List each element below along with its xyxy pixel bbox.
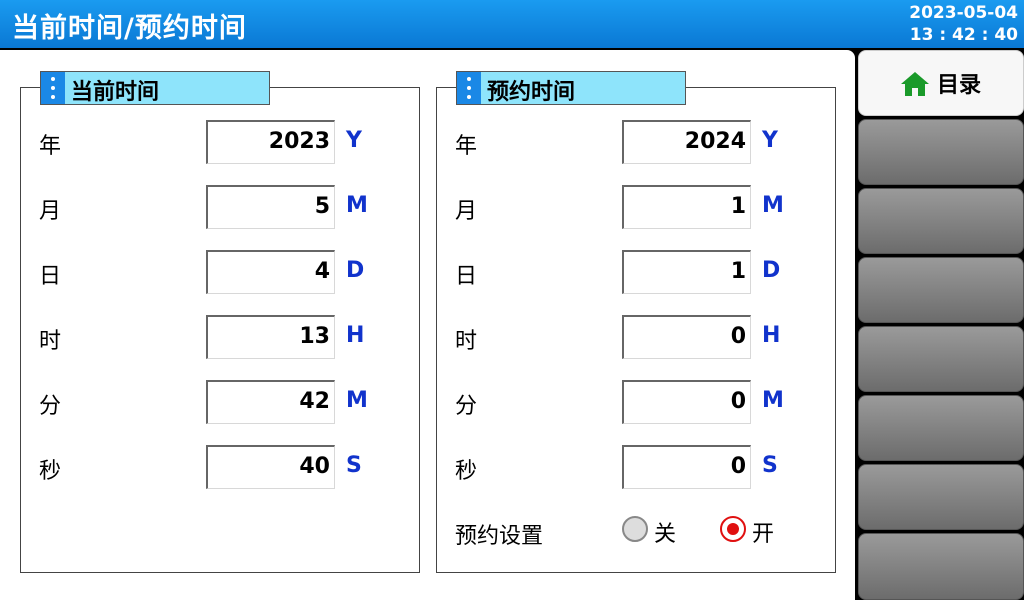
sidebar-button-4[interactable] <box>858 257 1024 323</box>
reserve-minute-field[interactable]: 0 <box>622 380 751 424</box>
reserve-day-row: 日 1 D <box>437 250 835 296</box>
current-hour-label: 时 <box>39 329 62 354</box>
current-day-row: 日 4 D <box>21 250 419 296</box>
current-day-label: 日 <box>39 264 62 289</box>
reserve-hour-row: 时 0 H <box>437 315 835 361</box>
reserve-day-label: 日 <box>455 264 478 289</box>
reserve-month-label: 月 <box>455 199 478 224</box>
current-hour-field[interactable]: 13 <box>206 315 335 359</box>
reserve-on-label: 开 <box>752 522 775 547</box>
current-day-unit: D <box>346 258 365 283</box>
menu-button[interactable]: 目录 <box>858 50 1024 116</box>
reserve-day-field[interactable]: 1 <box>622 250 751 294</box>
reserve-second-unit: S <box>762 453 778 478</box>
sidebar-button-3[interactable] <box>858 188 1024 254</box>
reserve-year-label: 年 <box>455 134 478 159</box>
reserve-second-field[interactable]: 0 <box>622 445 751 489</box>
reserve-minute-label: 分 <box>455 394 478 419</box>
reserve-hour-label: 时 <box>455 329 478 354</box>
sidebar-button-8[interactable] <box>858 533 1024 600</box>
header-date: 2023-05-04 <box>909 3 1018 23</box>
current-second-field[interactable]: 40 <box>206 445 335 489</box>
current-hour-unit: H <box>346 323 365 348</box>
reserve-hour-field[interactable]: 0 <box>622 315 751 359</box>
current-minute-unit: M <box>346 388 368 413</box>
reserve-setting-label: 预约设置 <box>455 524 544 549</box>
reserve-minute-unit: M <box>762 388 784 413</box>
reserve-minute-row: 分 0 M <box>437 380 835 426</box>
reserve-day-unit: D <box>762 258 781 283</box>
reserve-month-field[interactable]: 1 <box>622 185 751 229</box>
current-month-label: 月 <box>39 199 62 224</box>
sidebar-button-2[interactable] <box>858 119 1024 185</box>
menu-button-label: 目录 <box>937 73 982 98</box>
reserve-month-unit: M <box>762 193 784 218</box>
current-minute-row: 分 42 M <box>21 380 419 426</box>
reserve-month-row: 月 1 M <box>437 185 835 231</box>
current-second-row: 秒 40 S <box>21 445 419 491</box>
current-second-label: 秒 <box>39 459 62 484</box>
sidebar-button-5[interactable] <box>858 326 1024 392</box>
current-time-title: 当前时间 <box>71 80 160 105</box>
current-minute-label: 分 <box>39 394 62 419</box>
reserve-year-field[interactable]: 2024 <box>622 120 751 164</box>
sidebar-button-6[interactable] <box>858 395 1024 461</box>
reserve-year-row: 年 2024 Y <box>437 120 835 166</box>
current-time-panel: 当前时间 年 2023 Y 月 5 M 日 4 D 时 13 H 分 42 M … <box>20 71 420 573</box>
reserve-time-panel: 预约时间 年 2024 Y 月 1 M 日 1 D 时 0 H 分 0 M 秒 <box>436 71 836 573</box>
radio-checked-icon[interactable] <box>720 516 746 542</box>
current-month-field[interactable]: 5 <box>206 185 335 229</box>
menu-dots-icon <box>41 72 65 104</box>
current-second-unit: S <box>346 453 362 478</box>
reserve-second-label: 秒 <box>455 459 478 484</box>
current-hour-row: 时 13 H <box>21 315 419 361</box>
reserve-time-panel-tab: 预约时间 <box>456 71 686 105</box>
current-month-unit: M <box>346 193 368 218</box>
radio-unchecked-icon[interactable] <box>622 516 648 542</box>
current-minute-field[interactable]: 42 <box>206 380 335 424</box>
current-year-unit: Y <box>346 128 362 153</box>
menu-dots-icon <box>457 72 481 104</box>
page-title: 当前时间/预约时间 <box>12 13 247 44</box>
current-year-field[interactable]: 2023 <box>206 120 335 164</box>
current-month-row: 月 5 M <box>21 185 419 231</box>
current-year-label: 年 <box>39 134 62 159</box>
home-icon <box>901 72 929 96</box>
current-year-row: 年 2023 Y <box>21 120 419 166</box>
header-time: 13 : 42 : 40 <box>909 25 1018 45</box>
reserve-time-title: 预约时间 <box>487 80 576 105</box>
reserve-off-label: 关 <box>654 522 677 547</box>
title-bar: 当前时间/预约时间 2023-05-04 13 : 42 : 40 <box>0 0 1024 48</box>
reserve-second-row: 秒 0 S <box>437 445 835 491</box>
main-content: 当前时间 年 2023 Y 月 5 M 日 4 D 时 13 H 分 42 M … <box>0 50 855 600</box>
reserve-year-unit: Y <box>762 128 778 153</box>
current-time-panel-tab: 当前时间 <box>40 71 270 105</box>
reserve-hour-unit: H <box>762 323 781 348</box>
sidebar-button-7[interactable] <box>858 464 1024 530</box>
current-day-field[interactable]: 4 <box>206 250 335 294</box>
